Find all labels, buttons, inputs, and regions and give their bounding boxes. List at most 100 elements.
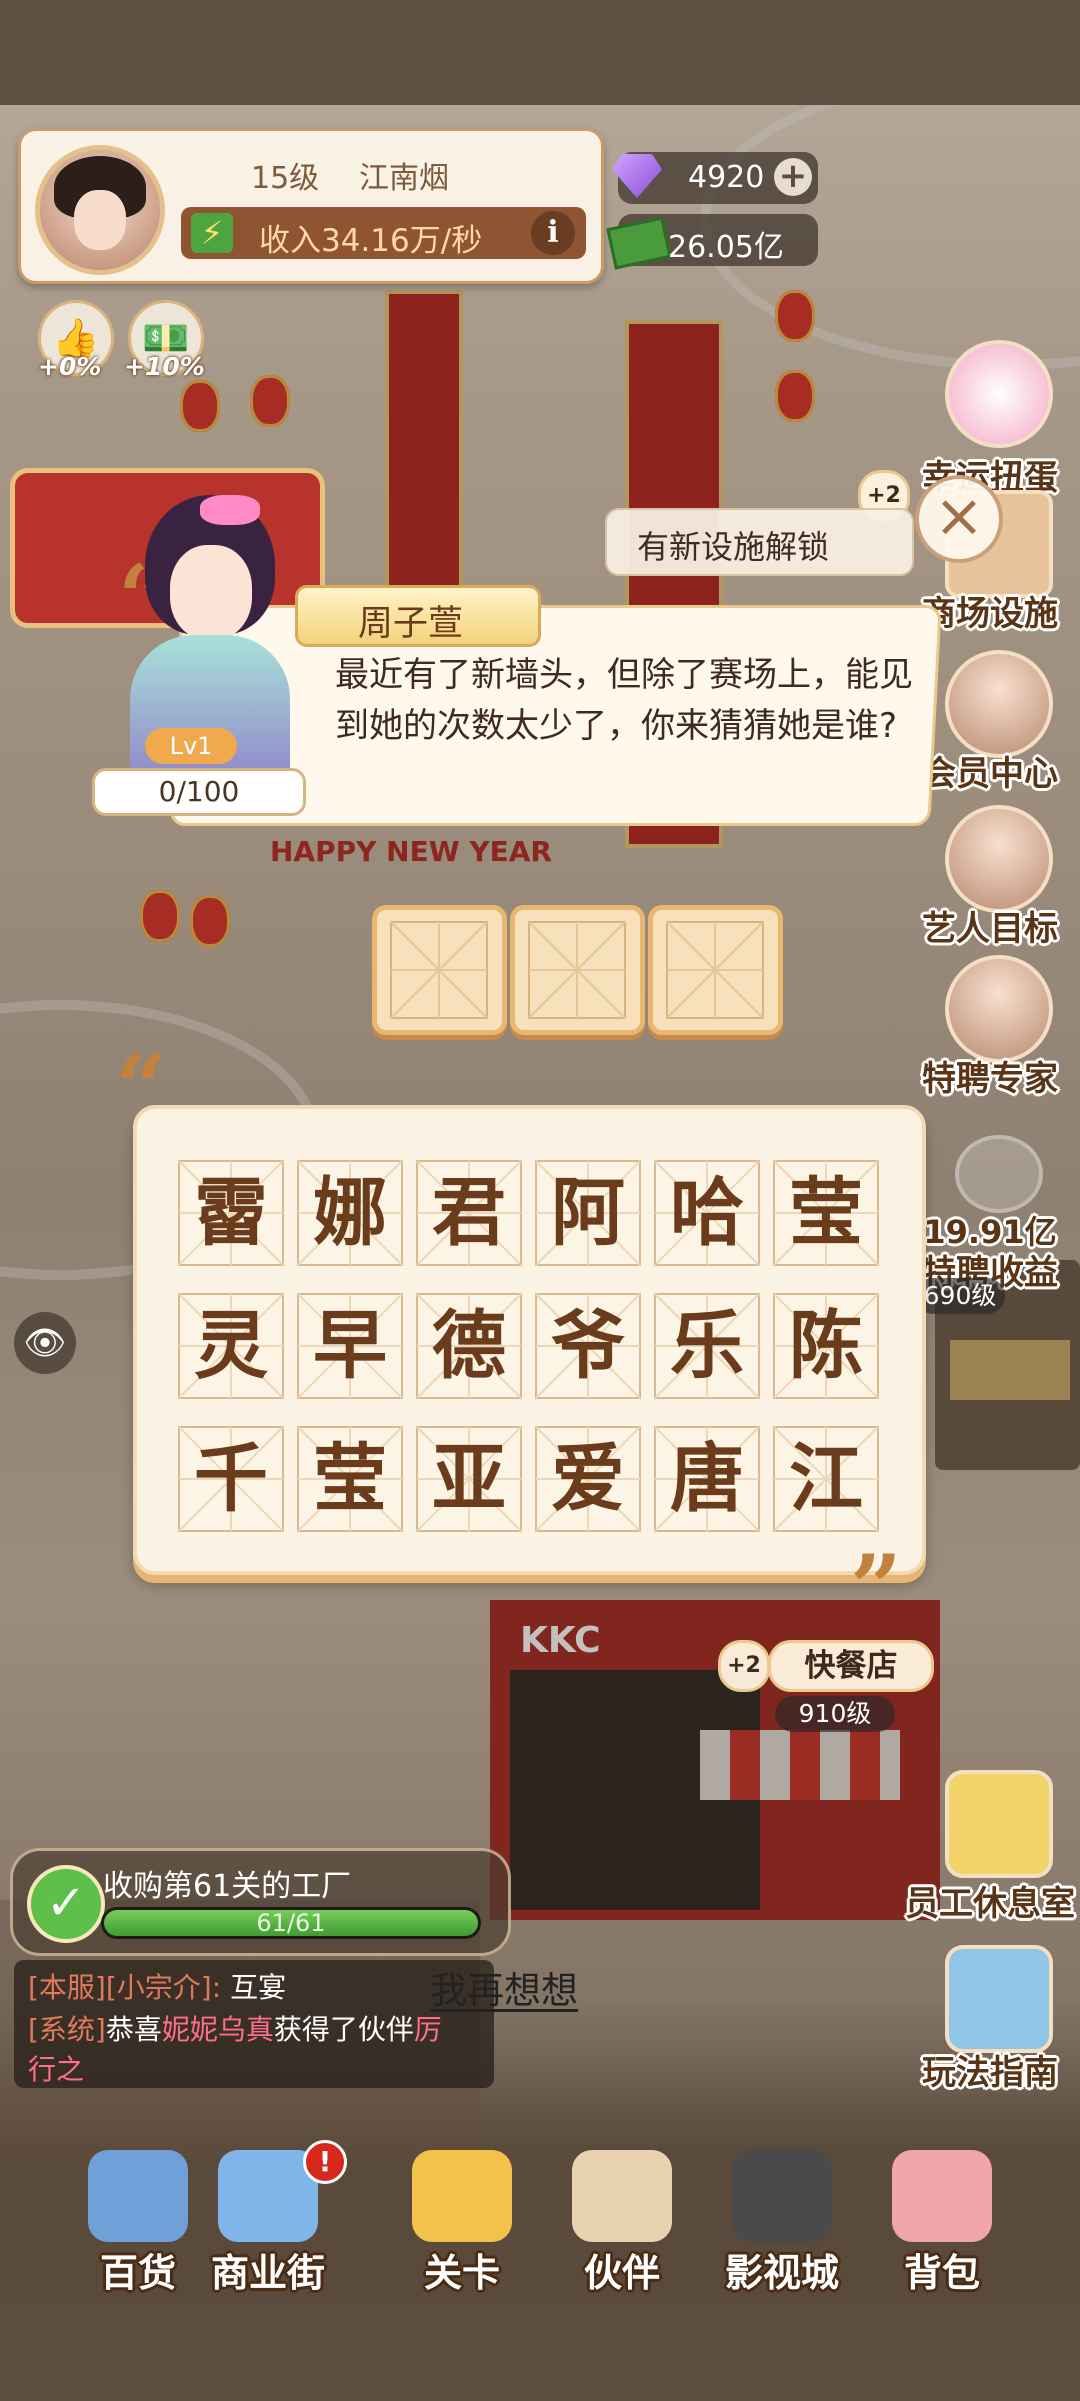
fast-food-label[interactable]: 快餐店 (768, 1640, 934, 1692)
letter-tile-char: 爷 (551, 1303, 625, 1389)
player-level: 15级 (251, 161, 320, 196)
gem-counter: 4920 + (612, 152, 818, 204)
store-icon (88, 2150, 188, 2242)
player-avatar[interactable] (35, 145, 165, 275)
answer-slot[interactable] (648, 905, 783, 1035)
income-rate: 收入34.16万/秒 (259, 223, 483, 259)
player-name: 江南烟 (359, 161, 449, 196)
cash-lightning-icon: ⚡ (191, 213, 233, 253)
footer-strip (0, 2305, 1080, 2401)
nav-film-city[interactable]: 影视城 (702, 2150, 862, 2300)
expert-level: 690级 (915, 1278, 1005, 1314)
check-icon: ✓ (27, 1865, 105, 1943)
mission-progress-bar: 61/61 (101, 1907, 481, 1939)
letter-tile[interactable]: 德 (415, 1292, 523, 1400)
buff-value-income: +10% (124, 352, 205, 381)
film-reel-icon (732, 2150, 832, 2242)
mission-title: 收购第61关的工厂 (103, 1869, 352, 1904)
letter-tile[interactable]: 莹 (296, 1425, 404, 1533)
letter-tile[interactable]: 千 (177, 1425, 285, 1533)
letter-tile[interactable]: 君 (415, 1159, 523, 1267)
letter-tile[interactable]: 阿 (534, 1159, 642, 1267)
speaker-name-tag: 周子萱 (295, 585, 541, 647)
side-expert-earnings[interactable]: 19.91亿 特聘收益 (915, 1135, 1065, 1293)
letter-tile-char: 霤 (194, 1170, 268, 1256)
letter-tile[interactable]: 早 (296, 1292, 404, 1400)
letter-tile-char: 德 (432, 1303, 506, 1389)
chat-line: [系统]恭喜妮妮乌真获得了伙伴厉 (28, 2013, 442, 2046)
letter-tile-char: 乐 (670, 1303, 744, 1389)
fast-food-level: 910级 (775, 1696, 895, 1732)
letter-tile[interactable]: 江 (772, 1425, 880, 1533)
letter-tile-char: 莹 (313, 1436, 387, 1522)
partner-icon (572, 2150, 672, 2242)
letter-tile-char: 君 (432, 1170, 506, 1256)
speaker-level-badge: Lv1 (145, 728, 237, 764)
affection-progress: 0/100 (92, 768, 306, 816)
letter-tile[interactable]: 亚 (415, 1425, 523, 1533)
unlock-tip-text: 有新设施解锁 (637, 528, 830, 566)
letter-tile-char: 千 (194, 1436, 268, 1522)
letter-tile-char: 唐 (670, 1436, 744, 1522)
letter-tile[interactable]: 莹 (772, 1159, 880, 1267)
side-artist-goals[interactable]: 艺人目标 (915, 805, 1065, 949)
player-panel[interactable]: 15级 江南烟 ⚡ 收入34.16万/秒 i (18, 128, 604, 284)
answer-slot[interactable] (510, 905, 645, 1035)
letter-tile[interactable]: 唐 (653, 1425, 761, 1533)
letter-tile[interactable]: 陈 (772, 1292, 880, 1400)
chat-panel[interactable]: [本服][小宗介]: 互宴 [系统]恭喜妮妮乌真获得了伙伴厉 行之 (14, 1960, 494, 2088)
nav-commercial-street[interactable]: ! 商业街 (188, 2140, 348, 2300)
think-again-button[interactable]: 我再想想 (430, 1960, 578, 2014)
letter-tile-char: 阿 (551, 1170, 625, 1256)
letter-tile[interactable]: 爷 (534, 1292, 642, 1400)
side-lucky-gacha[interactable]: 幸运扭蛋 (915, 340, 1065, 498)
mission-panel[interactable]: ✓ 收购第61关的工厂 61/61 (10, 1848, 511, 1956)
nav-levels[interactable]: 关卡 (382, 2150, 542, 2300)
letter-tile-char: 娜 (313, 1170, 387, 1256)
quote-close-icon: ” (850, 1535, 902, 1641)
alert-icon: ! (303, 2140, 347, 2184)
unlock-tip[interactable]: 有新设施解锁 (605, 508, 914, 576)
truck-icon (412, 2150, 512, 2242)
buff-value-like: +0% (38, 352, 102, 381)
cash-amount: 26.05亿 (668, 230, 784, 265)
side-special-expert[interactable]: 特聘专家 (915, 955, 1065, 1099)
chat-line: 行之 (28, 2053, 85, 2086)
letter-tile[interactable]: 爱 (534, 1425, 642, 1533)
answer-slot[interactable] (372, 905, 507, 1035)
letter-tile[interactable]: 霤 (177, 1159, 285, 1267)
bottom-nav: 百货 ! 商业街 关卡 伙伴 影视城 背包 (0, 2140, 1080, 2300)
mission-count: 61/61 (256, 1909, 326, 1937)
letter-board: 霤娜君阿哈莹灵早德爷乐陈千莹亚爱唐江 (133, 1105, 926, 1575)
gem-amount: 4920 (688, 160, 765, 195)
gem-icon (612, 154, 662, 198)
letter-tile-char: 亚 (432, 1436, 506, 1522)
letter-tile[interactable]: 灵 (177, 1292, 285, 1400)
letter-tile-char: 莹 (789, 1170, 863, 1256)
add-gems-button[interactable]: + (774, 158, 812, 196)
side-gameplay-guide[interactable]: 玩法指南 (915, 1945, 1065, 2093)
letter-tile[interactable]: 娜 (296, 1159, 404, 1267)
nav-backpack[interactable]: 背包 (862, 2150, 1022, 2300)
letter-tile-char: 陈 (789, 1303, 863, 1389)
letter-tile-char: 早 (313, 1303, 387, 1389)
letter-tile-char: 爱 (551, 1436, 625, 1522)
bag-icon (892, 2150, 992, 2242)
info-icon[interactable]: i (531, 211, 575, 255)
dialog-text: 最近有了新墙头，但除了赛场上，能见到她的次数太少了，你来猜猜她是谁? (335, 655, 913, 746)
fast-food-badge: +2 (718, 1640, 770, 1692)
top-status-strip (0, 0, 1080, 105)
close-button[interactable]: × (915, 475, 1003, 563)
speaker-name: 周子萱 (358, 604, 464, 644)
chat-line: [本服][小宗介]: 互宴 (28, 1971, 287, 2004)
letter-tile-char: 哈 (670, 1170, 744, 1256)
side-staff-lounge[interactable]: 员工休息室 (905, 1770, 1075, 1924)
income-bar: ⚡ 收入34.16万/秒 i (181, 207, 586, 259)
letter-tile[interactable]: 哈 (653, 1159, 761, 1267)
letter-tile-char: 灵 (194, 1303, 268, 1389)
letter-tile[interactable]: 乐 (653, 1292, 761, 1400)
cash-counter: 26.05亿 (606, 214, 818, 270)
eye-icon[interactable]: 👁 (14, 1312, 76, 1374)
letter-tile-char: 江 (789, 1436, 863, 1522)
nav-partners[interactable]: 伙伴 (542, 2150, 702, 2300)
